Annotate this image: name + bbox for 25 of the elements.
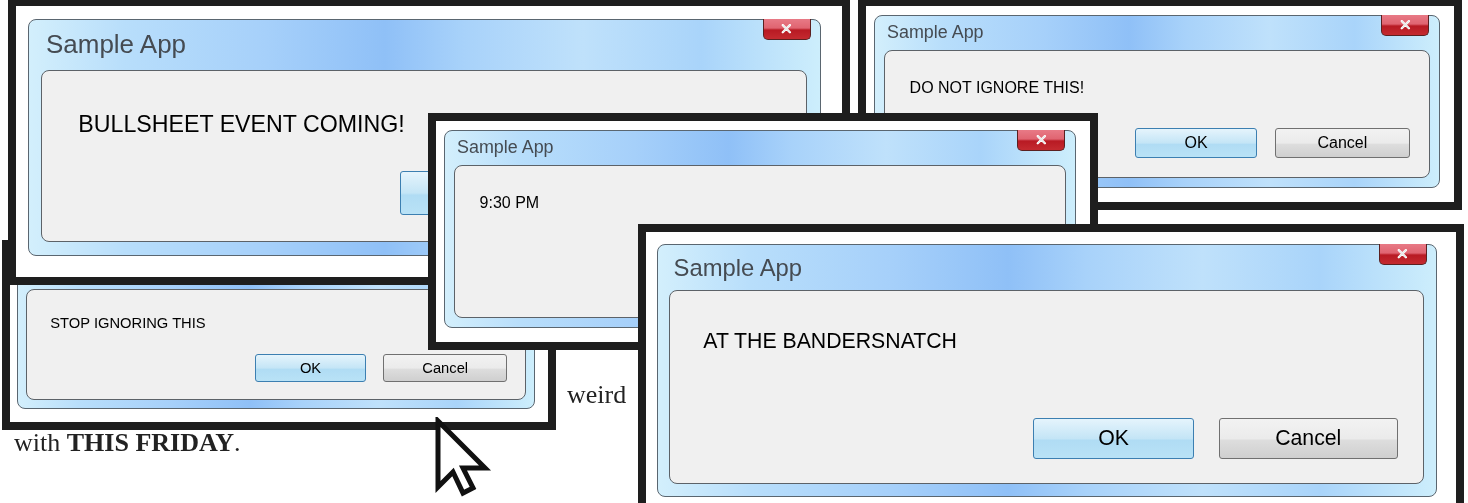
- close-button[interactable]: [1381, 14, 1430, 37]
- dialog-button[interactable]: OK: [254, 353, 367, 382]
- dialog-message: 9:30 PM: [479, 194, 540, 213]
- dialog-button[interactable]: Cancel: [383, 353, 507, 382]
- window-title: Sample App: [457, 137, 554, 159]
- window-title: Sample App: [673, 253, 803, 282]
- close-button[interactable]: [1378, 243, 1427, 266]
- document-text: with THIS FRIDAY.: [14, 428, 241, 458]
- dialog-message: STOP IGNORING THIS: [50, 315, 206, 332]
- dialog-button[interactable]: Cancel: [1218, 418, 1398, 459]
- dialog-message: BULLSHEET EVENT COMING!: [78, 111, 405, 139]
- dialog-button[interactable]: OK: [1135, 128, 1257, 159]
- window-title: Sample App: [887, 22, 984, 44]
- close-button[interactable]: [1017, 129, 1066, 152]
- dialog-button[interactable]: Cancel: [1275, 128, 1410, 159]
- dialog-message: DO NOT IGNORE THIS!: [909, 79, 1085, 98]
- window-title: Sample App: [46, 29, 187, 61]
- close-icon: [1035, 135, 1047, 145]
- close-icon: [1397, 249, 1408, 259]
- dialog-message: AT THE BANDERSNATCH: [703, 328, 957, 354]
- document-text: weird: [567, 380, 627, 410]
- close-icon: [781, 24, 793, 34]
- close-button[interactable]: [762, 18, 811, 41]
- dialog-button[interactable]: OK: [1032, 418, 1195, 459]
- close-icon: [1399, 20, 1411, 30]
